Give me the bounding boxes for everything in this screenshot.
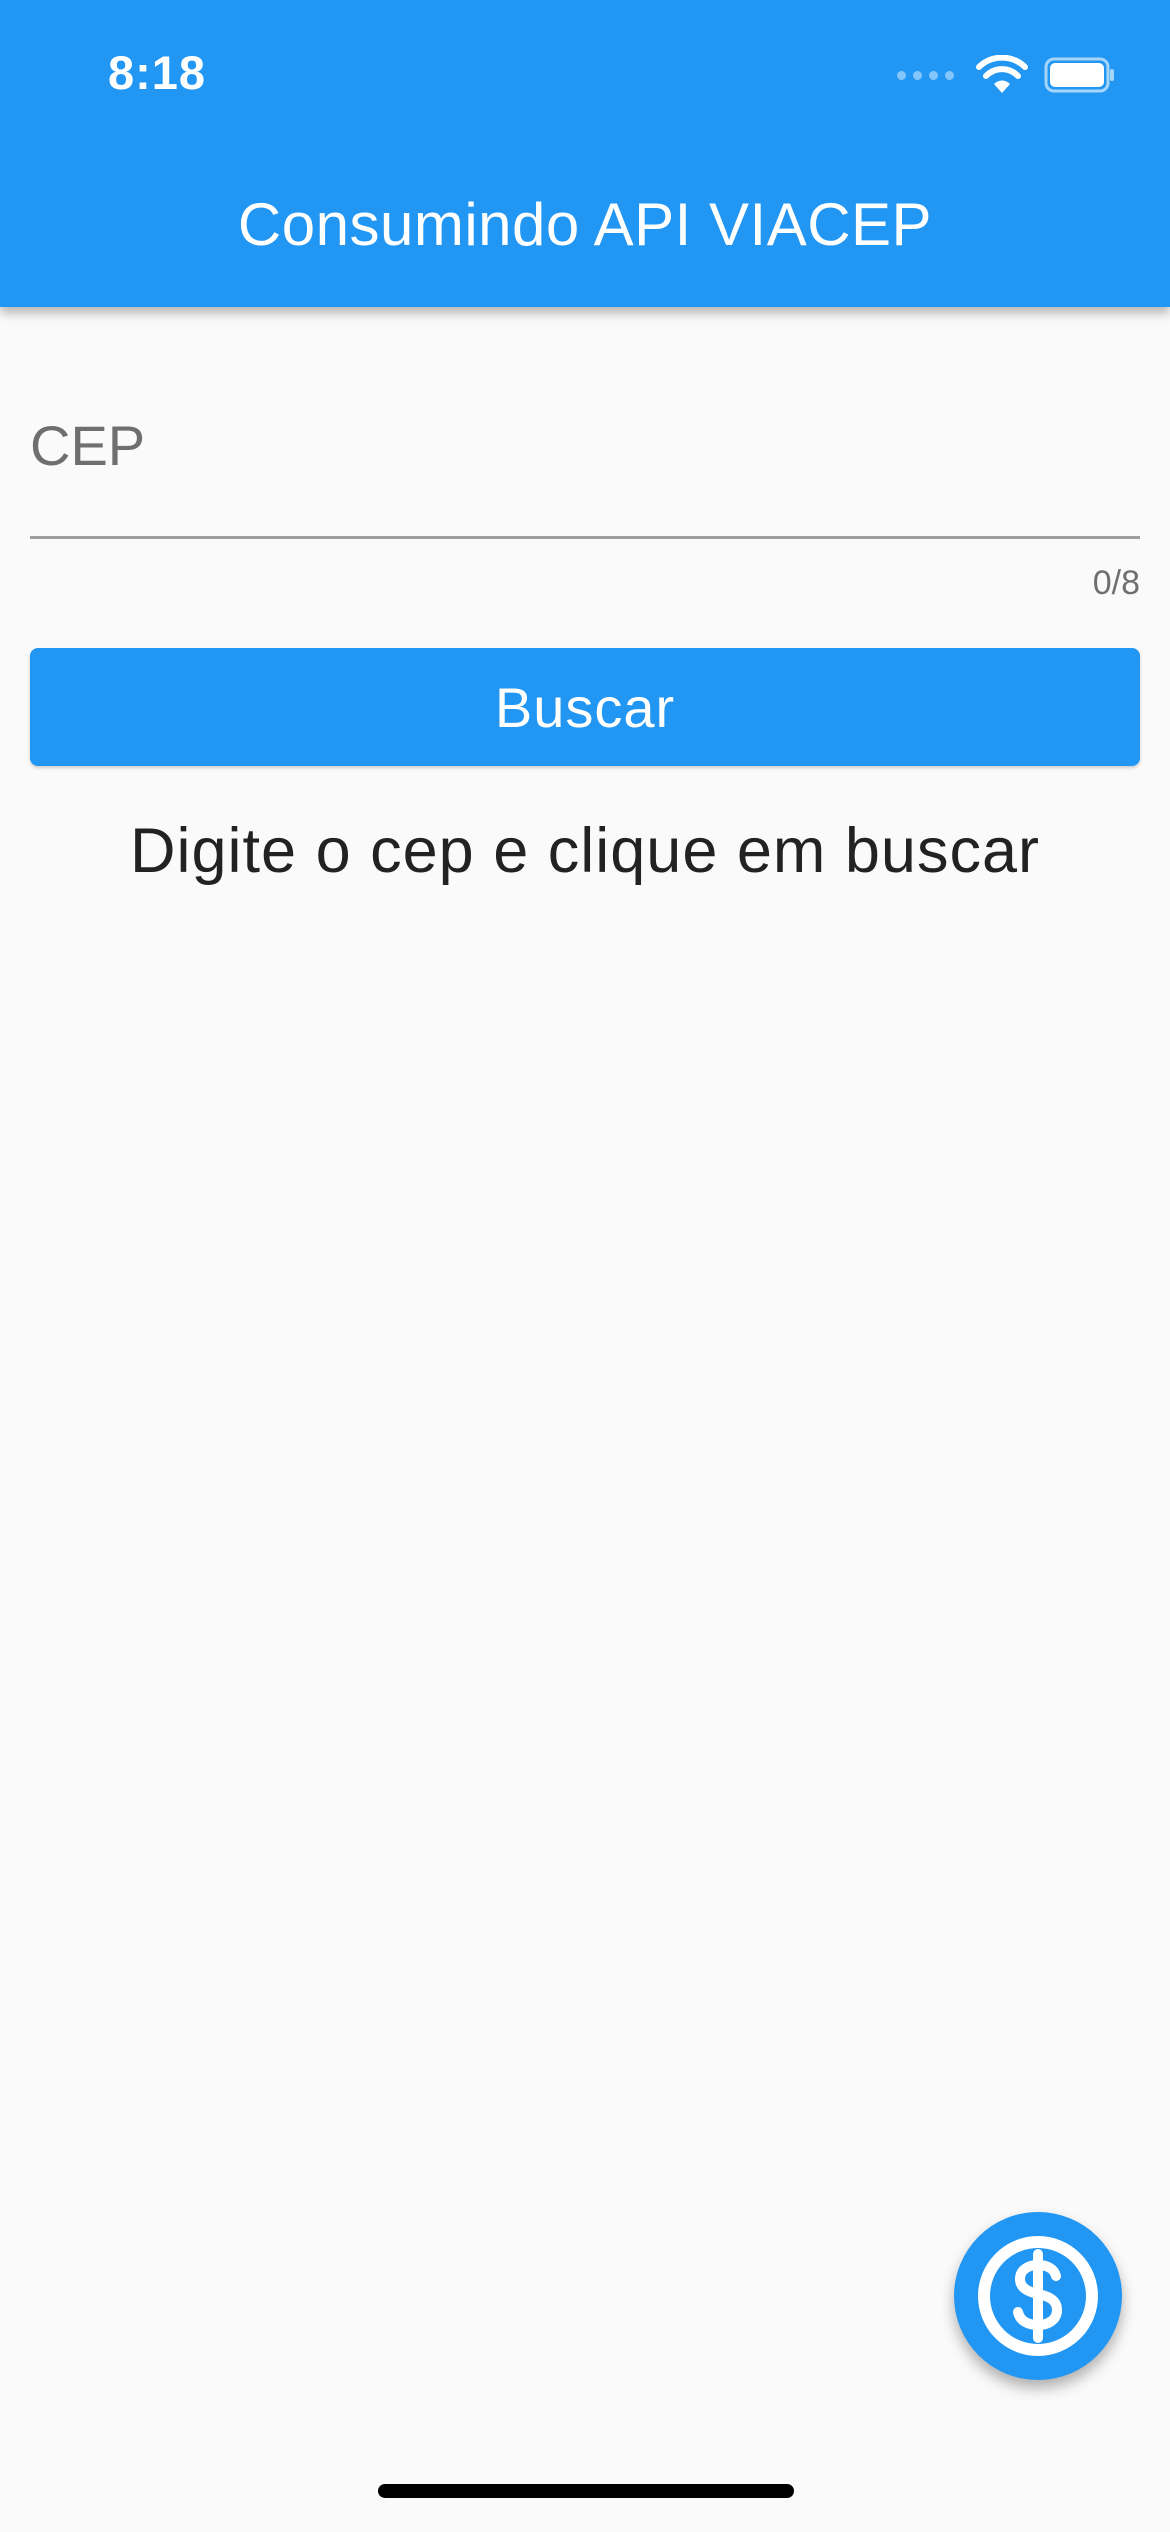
wifi-icon (976, 55, 1028, 93)
app-bar: 8:18 Consumindo API VIACEP (0, 0, 1170, 307)
cep-input-underline (30, 536, 1140, 539)
cep-field (30, 395, 1140, 540)
status-icons (897, 50, 1116, 100)
dollar-circle-icon (978, 2236, 1098, 2356)
character-counter: 0/8 (1092, 564, 1140, 602)
battery-icon (1044, 57, 1114, 93)
cellular-signal-icon (897, 70, 954, 80)
status-time: 8:18 (108, 46, 207, 99)
page-title: Consumindo API VIACEP (237, 191, 933, 258)
home-indicator[interactable] (378, 2484, 794, 2498)
floating-action-button[interactable] (954, 2212, 1122, 2380)
search-button[interactable]: Buscar (30, 648, 1140, 766)
result-message: Digite o cep e clique em buscar (130, 816, 1040, 886)
cep-input[interactable] (30, 395, 1140, 495)
